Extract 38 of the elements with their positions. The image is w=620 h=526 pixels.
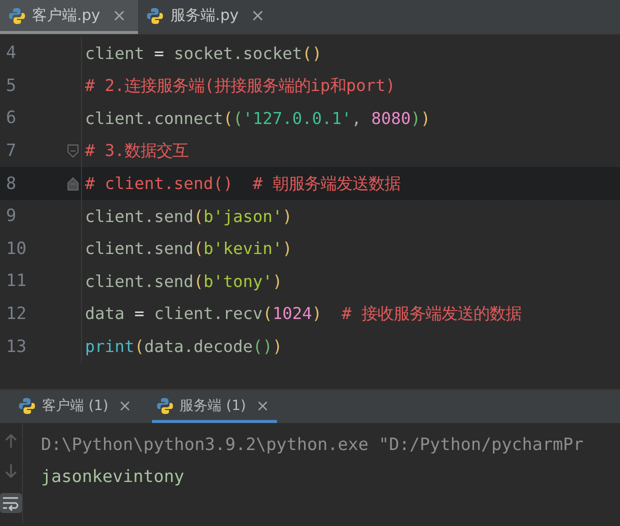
fold-icon[interactable] bbox=[67, 144, 79, 158]
code-line: # client.send() # 朝服务端发送数据 bbox=[85, 172, 400, 195]
line-number: 8 bbox=[5, 174, 18, 194]
run-tab[interactable]: 客户端 (1) × bbox=[14, 391, 140, 423]
up-arrow-icon[interactable] bbox=[5, 433, 17, 449]
python-icon bbox=[8, 6, 26, 24]
code-line: # 3.数据交互 bbox=[85, 140, 188, 162]
code-line: client.send(b'kevin') bbox=[85, 239, 292, 258]
code-line: # 2.连接服务端(拼接服务端的ip和port) bbox=[85, 74, 396, 97]
python-icon bbox=[156, 396, 174, 414]
console-line: jasonkevintony bbox=[41, 467, 184, 487]
console-line: D:\Python\python3.9.2\python.exe "D:/Python/pycharmPr bbox=[41, 435, 584, 455]
line-number: 5 bbox=[5, 76, 18, 96]
line-number: 12 bbox=[5, 304, 28, 324]
code-line: client.connect(('127.0.0.1', 8080)) bbox=[85, 108, 430, 128]
close-icon[interactable]: × bbox=[112, 6, 126, 26]
close-icon[interactable]: × bbox=[118, 396, 132, 415]
down-arrow-icon[interactable] bbox=[5, 463, 17, 479]
code-line: client = socket.socket() bbox=[85, 44, 322, 63]
line-number: 11 bbox=[5, 271, 28, 292]
fold-icon[interactable] bbox=[67, 176, 79, 191]
line-number: 10 bbox=[5, 238, 28, 259]
line-number: 4 bbox=[5, 43, 18, 64]
line-number: 6 bbox=[5, 108, 18, 128]
code-line: client.send(b'jason') bbox=[85, 206, 292, 226]
line-number: 13 bbox=[5, 336, 28, 357]
file-tab[interactable]: 客户端.py × bbox=[0, 0, 138, 34]
line-number: 7 bbox=[5, 141, 18, 162]
line-number: 9 bbox=[5, 206, 18, 226]
close-icon[interactable]: × bbox=[256, 396, 270, 415]
code-line: data = client.recv(1024) # 接收服务端发送的数据 bbox=[85, 303, 522, 326]
close-icon[interactable]: × bbox=[250, 6, 265, 26]
soft-wrap-icon[interactable] bbox=[0, 493, 22, 513]
code-line: client.send(b'tony') bbox=[85, 272, 282, 291]
python-icon bbox=[18, 396, 36, 414]
file-tab[interactable]: 服务端.py × bbox=[138, 0, 277, 34]
code-line: print(data.decode()) bbox=[85, 337, 282, 356]
python-icon bbox=[146, 6, 164, 24]
